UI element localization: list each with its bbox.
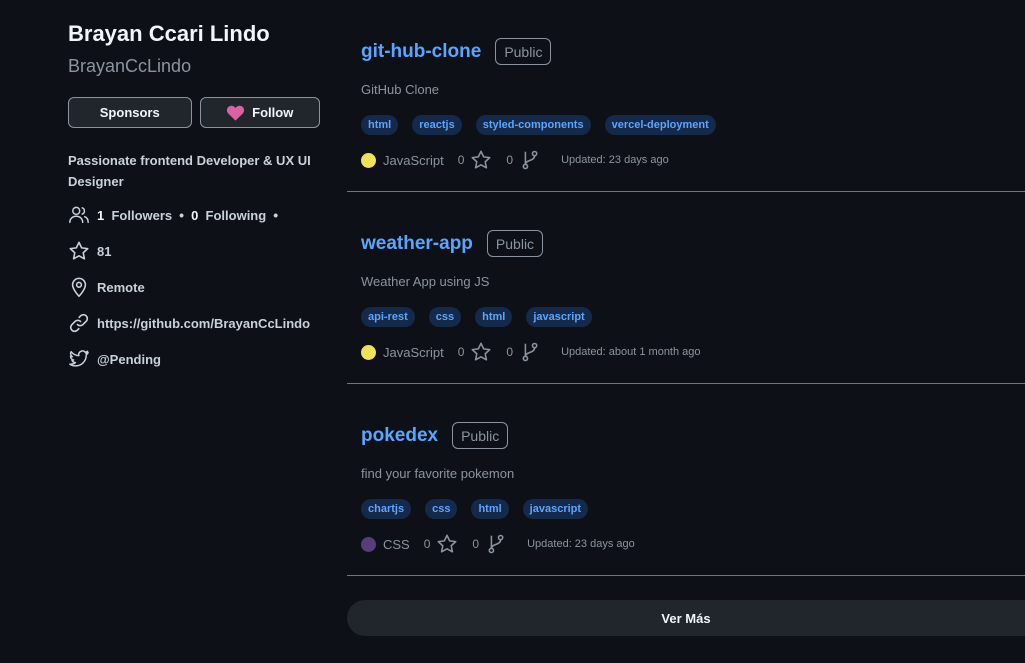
repo-stats: JavaScript 0 0 Updated: 23 days ago <box>361 149 669 171</box>
repo-language: JavaScript <box>383 344 444 360</box>
fork-icon[interactable] <box>485 533 507 555</box>
topic-tag[interactable]: chartjs <box>361 499 412 519</box>
show-more-label: Ver Más <box>661 610 711 626</box>
followers-label[interactable]: Followers <box>111 208 172 223</box>
topic-tag[interactable]: api-rest <box>361 307 415 327</box>
topic-tag[interactable]: html <box>475 307 513 327</box>
following-label[interactable]: Following <box>206 208 267 223</box>
repo-header: pokedex Public <box>361 422 509 449</box>
repo-language: JavaScript <box>383 152 444 168</box>
topic-tag[interactable]: css <box>425 499 458 519</box>
website-row: https://github.com/BrayanCcLindo <box>68 311 320 335</box>
repo-description: GitHub Clone <box>361 82 440 97</box>
follow-button[interactable]: Follow <box>199 97 320 128</box>
repo-stats: JavaScript 0 0 Updated: about 1 month ag… <box>361 341 701 363</box>
repo-name-link[interactable]: pokedex <box>361 425 438 447</box>
star-count: 0 <box>457 345 465 359</box>
following-count[interactable]: 0 <box>191 208 198 223</box>
website-link[interactable]: https://github.com/BrayanCcLindo <box>97 316 310 331</box>
language-color-dot <box>361 344 376 360</box>
topic-tag[interactable]: vercel-deployment <box>604 115 716 135</box>
fork-count: 0 <box>506 345 514 359</box>
fork-icon[interactable] <box>519 341 541 363</box>
star-icon <box>68 240 90 262</box>
repo-name-link[interactable]: weather-app <box>361 233 473 255</box>
topic-list: html reactjs styled-components vercel-de… <box>361 115 716 135</box>
repo-item: weather-app Public Weather App using JS … <box>347 192 1025 384</box>
sponsors-button[interactable]: Sponsors <box>68 97 192 128</box>
repo-item: pokedex Public find your favorite pokemo… <box>347 384 1025 576</box>
twitter-row: @Pending <box>68 347 320 371</box>
updated-time: Updated: about 1 month ago <box>561 346 701 358</box>
repository-list: git-hub-clone Public GitHub Clone html r… <box>347 0 1025 576</box>
topic-list: api-rest css html javascript <box>361 307 592 327</box>
topic-tag[interactable]: css <box>428 307 462 327</box>
profile-page: Brayan Ccari Lindo BrayanCcLindo Sponsor… <box>0 0 1025 663</box>
stars-count[interactable]: 81 <box>97 244 111 259</box>
visibility-badge: Public <box>495 38 552 65</box>
follow-button-label: Follow <box>252 105 294 120</box>
fork-icon[interactable] <box>519 149 541 171</box>
topic-list: chartjs css html javascript <box>361 499 589 519</box>
star-icon[interactable] <box>470 341 492 363</box>
topic-tag[interactable]: styled-components <box>475 115 591 135</box>
repo-stats: CSS 0 0 Updated: 23 days ago <box>361 533 635 555</box>
visibility-badge: Public <box>452 422 509 449</box>
followers-row: 1 Followers • 0 Following • <box>68 203 320 227</box>
star-count: 0 <box>457 153 465 167</box>
profile-actions: Sponsors Follow <box>68 97 320 128</box>
topic-tag[interactable]: javascript <box>526 307 592 327</box>
show-more-button[interactable]: Ver Más <box>347 600 1025 636</box>
fork-count: 0 <box>506 153 514 167</box>
separator-dot: • <box>273 207 279 223</box>
star-count: 0 <box>423 537 431 551</box>
topic-tag[interactable]: html <box>361 115 399 135</box>
twitter-icon <box>68 348 90 370</box>
topic-tag[interactable]: reactjs <box>412 115 462 135</box>
fork-count: 0 <box>472 537 480 551</box>
location-row: Remote <box>68 275 320 299</box>
twitter-handle[interactable]: @Pending <box>97 352 161 367</box>
heart-icon <box>226 105 245 121</box>
stars-row: 81 <box>68 239 320 263</box>
location-pin-icon <box>68 276 90 298</box>
star-icon[interactable] <box>436 533 458 555</box>
updated-time: Updated: 23 days ago <box>527 538 635 550</box>
topic-tag[interactable]: javascript <box>522 499 589 519</box>
repo-header: git-hub-clone Public <box>361 38 552 65</box>
repo-item: git-hub-clone Public GitHub Clone html r… <box>347 0 1025 192</box>
people-icon <box>68 204 90 226</box>
profile-bio: Passionate frontend Developer & UX UI De… <box>68 153 311 189</box>
profile-login: BrayanCcLindo <box>68 56 192 76</box>
location-text: Remote <box>97 279 145 295</box>
sponsors-button-label: Sponsors <box>99 105 160 120</box>
link-icon <box>68 312 90 334</box>
profile-sidebar: Brayan Ccari Lindo BrayanCcLindo Sponsor… <box>68 20 320 371</box>
topic-tag[interactable]: html <box>471 499 509 519</box>
repo-language: CSS <box>383 536 410 552</box>
repo-name-link[interactable]: git-hub-clone <box>361 41 481 63</box>
language-color-dot <box>361 536 376 552</box>
updated-time: Updated: 23 days ago <box>561 154 669 166</box>
profile-name: Brayan Ccari Lindo <box>68 21 270 46</box>
visibility-badge: Public <box>486 230 544 257</box>
separator-dot: • <box>179 207 185 223</box>
repo-description: find your favorite pokemon <box>361 466 515 481</box>
followers-count[interactable]: 1 <box>97 208 104 223</box>
repo-header: weather-app Public <box>361 230 544 257</box>
language-color-dot <box>361 152 376 168</box>
repo-description: Weather App using JS <box>361 274 490 289</box>
star-icon[interactable] <box>470 149 492 171</box>
